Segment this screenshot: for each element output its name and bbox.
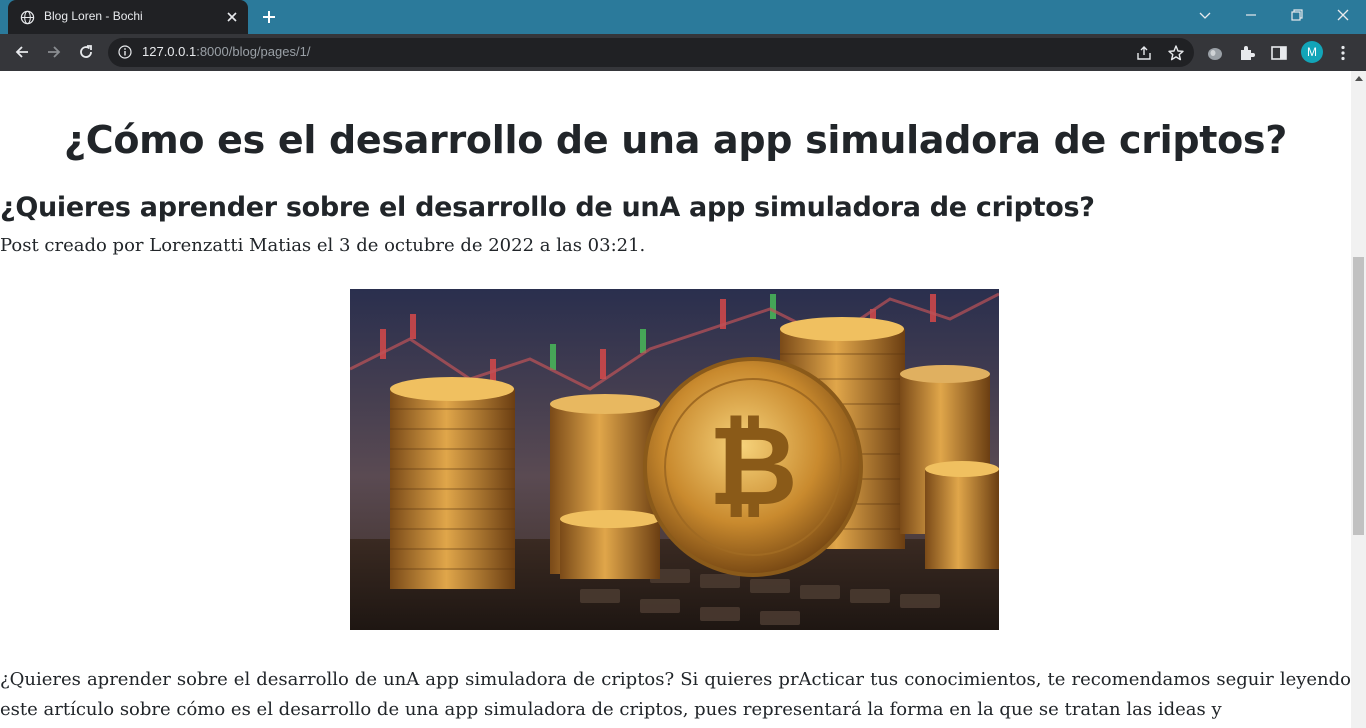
article-hero-image: ₿	[350, 289, 999, 630]
reload-button[interactable]	[74, 40, 98, 64]
post-meta: Post creado por Lorenzatti Matias el 3 d…	[0, 235, 646, 256]
tab-title: Blog Loren - Bochi	[44, 9, 143, 23]
menu-dots-icon[interactable]	[1333, 43, 1353, 63]
url-host: 127.0.0.1	[142, 44, 197, 59]
page-viewport: ¿Cómo es el desarrollo de una app simula…	[0, 71, 1351, 728]
reload-icon	[80, 45, 92, 58]
scrollbar-thumb[interactable]	[1353, 257, 1364, 535]
restore-icon	[1291, 9, 1303, 21]
chevron-down-icon	[1199, 12, 1211, 19]
svg-text:₿: ₿	[708, 402, 798, 530]
forward-button[interactable]	[42, 40, 66, 64]
scroll-up-icon[interactable]	[1355, 76, 1363, 81]
minimize-icon	[1246, 14, 1256, 16]
arrow-right-icon	[48, 46, 61, 58]
url-path: :8000/blog/pages/1/	[196, 44, 311, 59]
share-icon[interactable]	[1135, 44, 1153, 62]
globe-icon	[20, 10, 35, 25]
page-scrollbar[interactable]	[1351, 71, 1366, 728]
tab-active[interactable]: Blog Loren - Bochi	[8, 0, 248, 34]
puzzle-icon[interactable]	[1237, 43, 1257, 63]
close-tab-icon[interactable]	[224, 9, 240, 25]
article-title: ¿Cómo es el desarrollo de una app simula…	[64, 118, 1287, 162]
tab-search-button[interactable]	[1182, 0, 1228, 30]
url-text[interactable]: 127.0.0.1:8000/blog/pages/1/	[142, 44, 310, 59]
info-icon[interactable]	[118, 45, 132, 59]
close-icon	[1337, 9, 1349, 21]
restore-button[interactable]	[1274, 0, 1320, 30]
arrow-left-icon	[15, 46, 28, 58]
article-subtitle: ¿Quieres aprender sobre el desarrollo de…	[0, 192, 1095, 223]
minimize-button[interactable]	[1228, 0, 1274, 30]
bitcoin-coins-image: ₿	[350, 289, 999, 630]
extension-icon[interactable]	[1205, 43, 1225, 63]
side-panel-icon[interactable]	[1269, 43, 1289, 63]
star-icon[interactable]	[1167, 44, 1185, 62]
close-window-button[interactable]	[1320, 0, 1366, 30]
article-body: ¿Quieres aprender sobre el desarrollo de…	[0, 669, 1351, 720]
address-bar[interactable]: 127.0.0.1:8000/blog/pages/1/	[108, 38, 1194, 67]
profile-avatar[interactable]: M	[1301, 41, 1323, 63]
new-tab-button[interactable]	[260, 8, 278, 26]
browser-toolbar: 127.0.0.1:8000/blog/pages/1/	[0, 34, 1366, 71]
back-button[interactable]	[10, 40, 34, 64]
tab-strip: Blog Loren - Bochi	[0, 0, 1366, 34]
